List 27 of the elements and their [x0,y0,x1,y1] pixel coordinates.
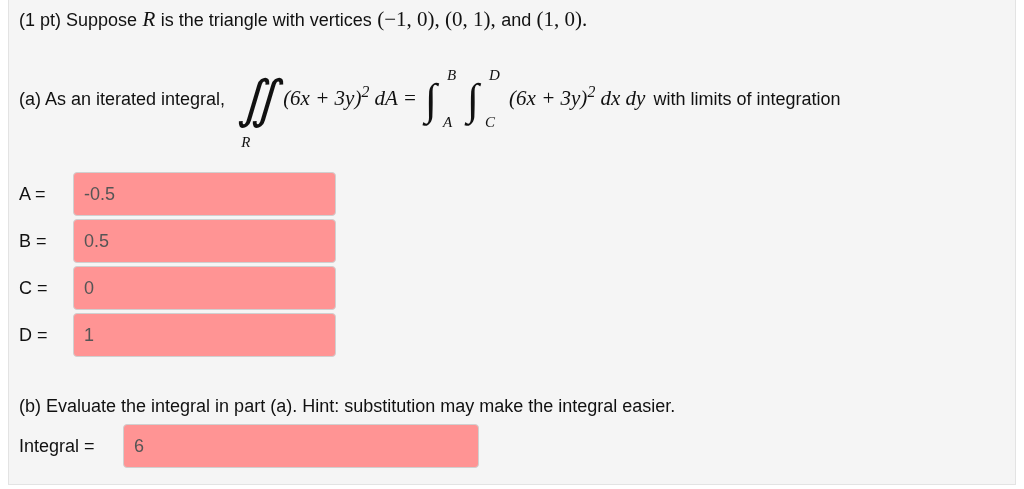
answer-field[interactable]: 0.5 [73,219,336,263]
answer-field[interactable]: 1 [73,313,336,357]
upper-limit: D [488,68,501,83]
problem-text: (1 pt) Suppose [19,9,138,32]
field-label: C = [19,276,49,300]
answer-field[interactable]: 0 [73,266,336,310]
integral-sign: ∫ [424,73,440,127]
field-label: D = [19,323,49,347]
problem-text: (b) Evaluate the integral in part (a). Hint: substitution may make the integral easier. [19,395,677,418]
math-expression: R [142,6,156,33]
upper-limit: B [446,68,458,83]
problem-text: is the triangle with vertices [160,9,372,32]
problem-text: with limits of integration [653,87,841,111]
problem-text: (a) As an iterated integral, [19,87,226,111]
math-expression: (6x + 3y)$^{2}$ dx dy [509,83,646,113]
region-label: R [241,135,251,150]
math-expression: (1, 0). [536,6,588,33]
problem-text: and [501,9,532,32]
answer-field[interactable]: 6 [123,424,479,468]
lower-limit: C [485,115,497,130]
field-label: A = [19,182,47,206]
answer-field[interactable]: -0.5 [73,172,336,216]
lower-limit: A [443,115,454,130]
math-expression: (−1, 0), (0, 1), [377,6,496,33]
math-expression: (6x + 3y)$^{2}$ dA = [283,83,417,111]
field-label: Integral = [19,434,96,458]
field-label: B = [19,229,48,253]
